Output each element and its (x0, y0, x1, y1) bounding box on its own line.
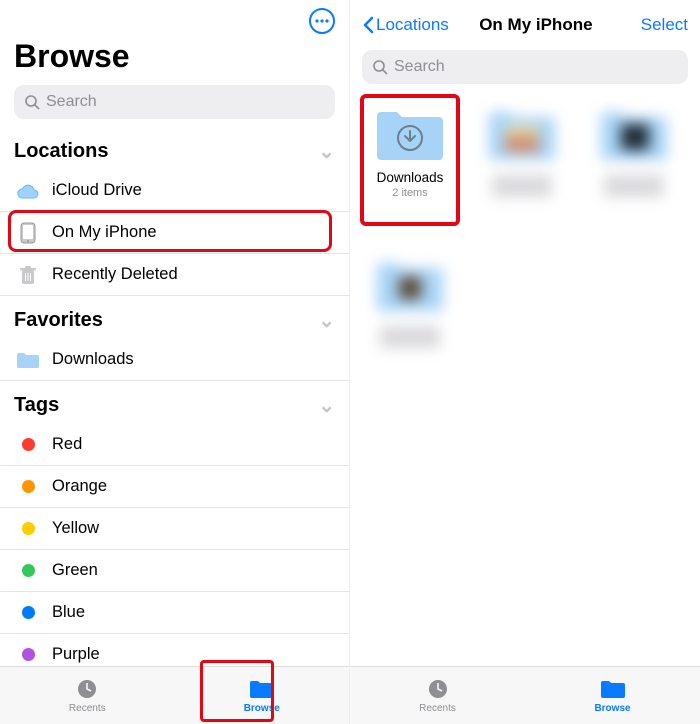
tag-dot-icon (14, 522, 42, 535)
grid-item-obscured[interactable] (578, 100, 690, 221)
annotation-highlight (360, 94, 460, 226)
clock-icon (427, 678, 449, 700)
trash-icon (14, 265, 42, 285)
tab-browse[interactable]: Browse (525, 667, 700, 724)
folder-contents-pane: Locations On My iPhone Select Search Dow… (350, 0, 700, 724)
grid-item-obscured[interactable] (354, 251, 466, 370)
search-icon (372, 59, 388, 75)
left-top-bar (0, 0, 349, 38)
tag-dot-icon (14, 438, 42, 451)
locations-header[interactable]: Locations ⌄ (0, 127, 349, 170)
more-options-icon[interactable] (309, 8, 335, 34)
nav-title: On My iPhone (471, 15, 601, 35)
chevron-left-icon (362, 16, 374, 34)
tag-dot-icon (14, 564, 42, 577)
location-on-my-iphone[interactable]: On My iPhone (0, 212, 349, 254)
tag-dot-icon (14, 648, 42, 661)
favorite-downloads[interactable]: Downloads (0, 339, 349, 381)
folder-icon (600, 678, 626, 700)
downloads-folder-icon (14, 351, 42, 369)
chevron-down-icon: ⌄ (318, 393, 335, 418)
tag-green[interactable]: Green (0, 550, 349, 592)
browse-pane: Browse Search Locations ⌄ iCloud Drive O… (0, 0, 350, 724)
location-recently-deleted[interactable]: Recently Deleted (0, 254, 349, 296)
tag-dot-icon (14, 480, 42, 493)
tag-yellow[interactable]: Yellow (0, 508, 349, 550)
folder-icon (249, 678, 275, 700)
page-title: Browse (0, 38, 349, 85)
tag-dot-icon (14, 606, 42, 619)
clock-icon (76, 678, 98, 700)
search-input[interactable]: Search (14, 85, 335, 119)
chevron-down-icon: ⌄ (318, 308, 335, 333)
iphone-icon (14, 222, 42, 244)
nav-bar: Locations On My iPhone Select (350, 0, 700, 44)
tab-bar: Recents Browse (0, 666, 349, 724)
back-button[interactable]: Locations (362, 15, 471, 35)
items-grid: Downloads 2 items (350, 94, 700, 376)
tags-header[interactable]: Tags ⌄ (0, 381, 349, 424)
grid-item-obscured[interactable] (466, 100, 578, 221)
tab-recents[interactable]: Recents (0, 667, 175, 724)
select-button[interactable]: Select (601, 15, 688, 35)
tag-red[interactable]: Red (0, 424, 349, 466)
favorites-header[interactable]: Favorites ⌄ (0, 296, 349, 339)
tab-bar: Recents Browse (350, 666, 700, 724)
search-placeholder: Search (46, 93, 97, 111)
search-icon (24, 94, 40, 110)
chevron-down-icon: ⌄ (318, 139, 335, 164)
cloud-icon (14, 183, 42, 199)
tab-recents[interactable]: Recents (350, 667, 525, 724)
tab-browse[interactable]: Browse (175, 667, 350, 724)
search-placeholder: Search (394, 58, 445, 76)
tag-blue[interactable]: Blue (0, 592, 349, 634)
search-input[interactable]: Search (362, 50, 688, 84)
tag-orange[interactable]: Orange (0, 466, 349, 508)
location-icloud-drive[interactable]: iCloud Drive (0, 170, 349, 212)
